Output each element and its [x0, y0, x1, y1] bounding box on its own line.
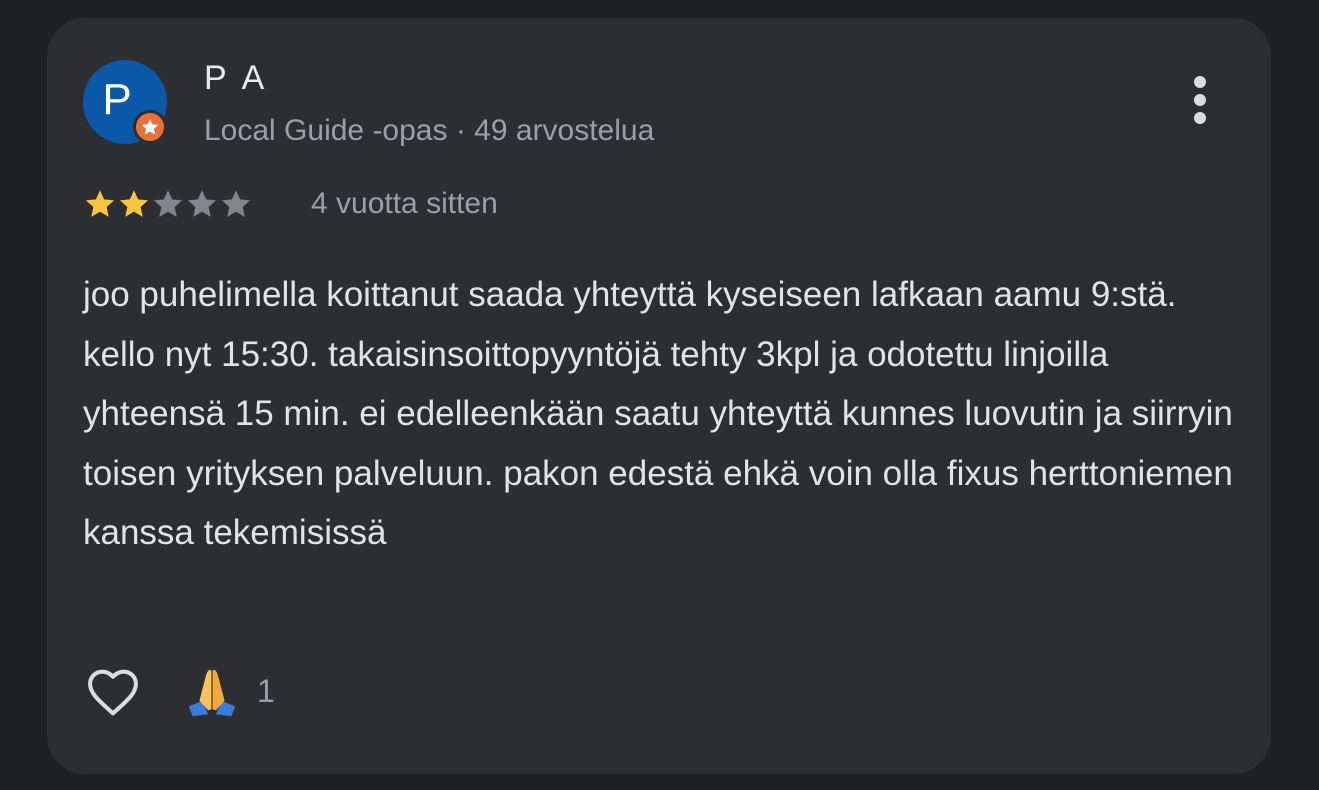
reviewer-meta: Local Guide -opas · 49 arvostelua	[204, 114, 655, 147]
reaction-praying-hands[interactable]: 1	[183, 663, 275, 719]
local-guide-badge-icon	[133, 110, 167, 144]
folded-hands-emoji-icon	[188, 669, 236, 717]
more-vertical-icon	[1194, 76, 1206, 124]
heart-outline-icon	[88, 669, 138, 716]
reviewer-name[interactable]: P A	[204, 56, 268, 100]
star-rating	[83, 185, 253, 223]
star-filled-icon	[85, 190, 115, 217]
star-empty-icon	[153, 190, 183, 217]
like-button[interactable]	[81, 660, 145, 720]
star-empty-icon	[187, 190, 217, 217]
reaction-count: 1	[257, 672, 275, 709]
avatar-initial: P	[102, 75, 132, 124]
review-text: joo puhelimella koittanut saada yhteyttä…	[83, 275, 1233, 552]
star-filled-icon	[119, 190, 149, 217]
more-options-button[interactable]	[1175, 70, 1225, 130]
review-card: P P A Local Guide -opas · 49 arvostelua …	[47, 18, 1271, 774]
star-icon	[141, 119, 159, 135]
star-empty-icon	[221, 190, 251, 217]
review-time: 4 vuotta sitten	[311, 187, 498, 220]
